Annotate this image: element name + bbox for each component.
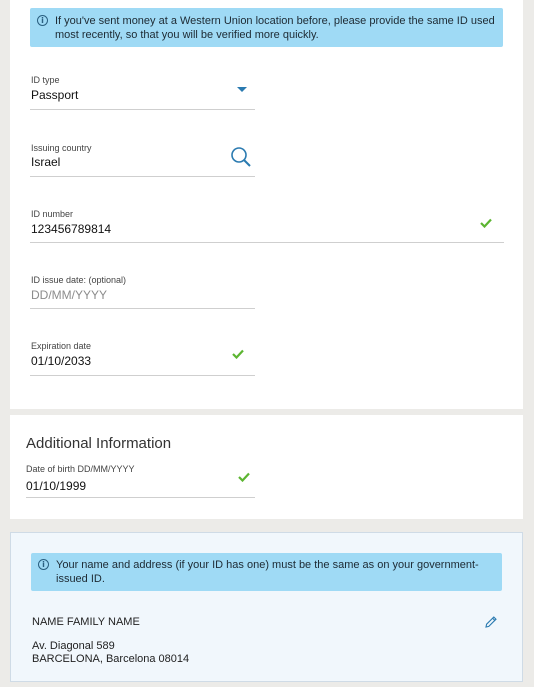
id-number-field[interactable]: ID number 123456789814 (30, 206, 504, 244)
identity-address-line2: BARCELONA, Barcelona 08014 (32, 653, 190, 665)
id-type-value: Passport (31, 88, 79, 102)
issue-date-label: ID issue date: (optional) (31, 275, 127, 285)
expiration-date-label: Expiration date (31, 341, 92, 351)
id-number-value: 123456789814 (31, 222, 112, 236)
checkmark-icon (238, 472, 250, 482)
dob-label: Date of birth DD/MM/YYYY (26, 464, 135, 474)
info-icon: i (37, 15, 48, 26)
id-number-underline (30, 242, 504, 243)
dob-underline (26, 497, 255, 498)
issuing-country-field[interactable]: Issuing country Israel (30, 140, 255, 178)
issuing-country-underline (30, 176, 255, 177)
id-type-underline (30, 109, 255, 110)
id-notice-text: If you've sent money at a Western Union … (55, 15, 495, 41)
checkmark-icon (480, 218, 492, 228)
id-type-label: ID type (31, 75, 60, 85)
issue-date-underline (30, 308, 255, 309)
identity-address-line1: Av. Diagonal 589 (32, 640, 115, 652)
expiration-date-field[interactable]: Expiration date 01/10/2033 (30, 338, 255, 376)
info-icon: i (38, 559, 49, 570)
identity-name: NAME FAMILY NAME (32, 616, 140, 628)
issue-date-placeholder: DD/MM/YYYY (31, 288, 108, 302)
issuing-country-label: Issuing country (31, 143, 92, 153)
issue-date-field[interactable]: ID issue date: (optional) DD/MM/YYYY (30, 272, 255, 310)
search-icon[interactable] (230, 146, 252, 168)
name-notice-banner: i Your name and address (if your ID has … (31, 553, 502, 591)
id-number-label: ID number (31, 209, 74, 219)
id-notice-banner: i If you've sent money at a Western Unio… (30, 8, 503, 47)
name-notice-text: Your name and address (if your ID has on… (56, 559, 479, 585)
issuing-country-value: Israel (31, 155, 61, 169)
id-type-select[interactable]: ID type Passport (30, 72, 255, 111)
chevron-down-icon[interactable] (236, 86, 248, 94)
dob-field[interactable]: Date of birth DD/MM/YYYY 01/10/1999 (26, 461, 255, 499)
additional-info-title: Additional Information (26, 435, 172, 452)
dob-value: 01/10/1999 (26, 479, 87, 493)
pencil-icon[interactable] (484, 615, 498, 629)
expiration-date-underline (30, 375, 255, 376)
expiration-date-value: 01/10/2033 (31, 354, 92, 368)
checkmark-icon (232, 349, 244, 359)
